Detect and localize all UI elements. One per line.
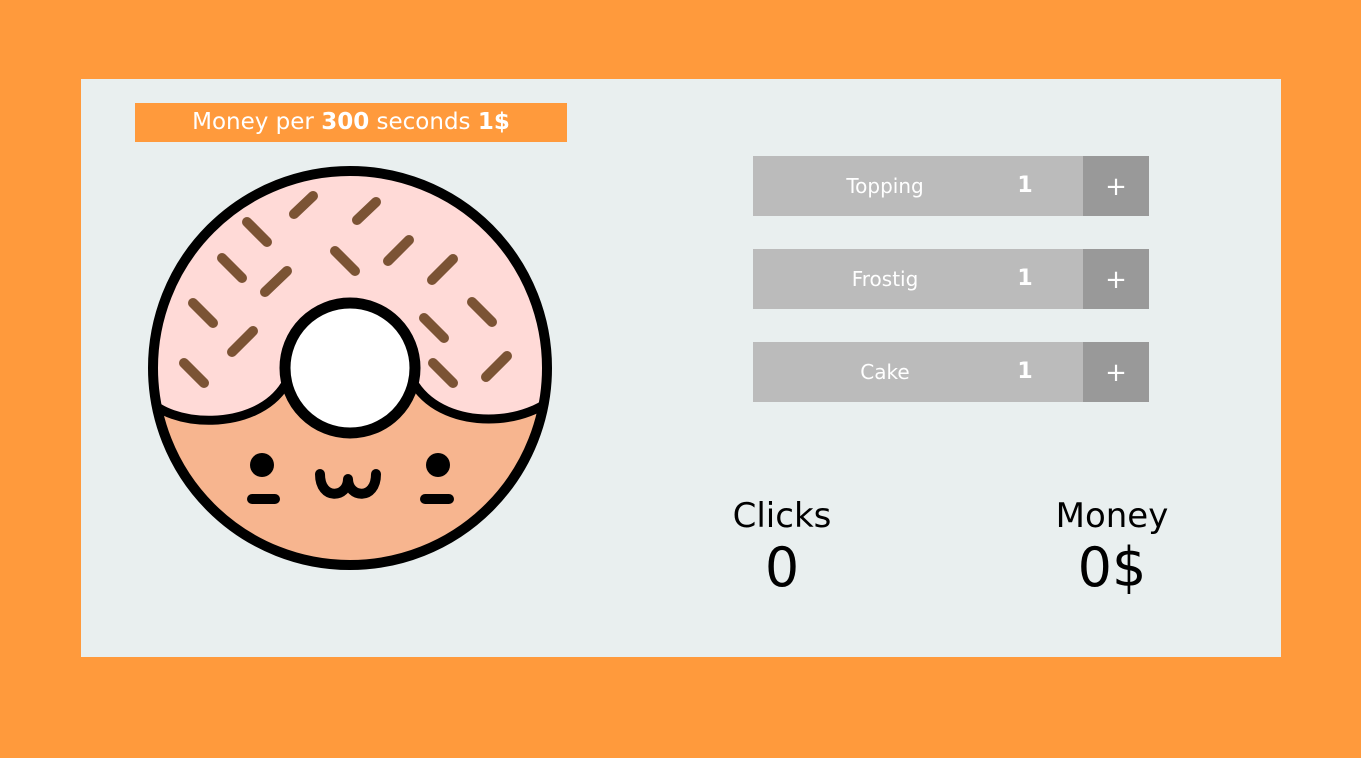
- rate-seconds: 300: [321, 109, 370, 135]
- upgrade-cake-plus-button[interactable]: +: [1083, 342, 1149, 402]
- money-value: 0$: [1077, 536, 1147, 599]
- upgrade-topping-plus-button[interactable]: +: [1083, 156, 1149, 216]
- donut-face-icon: [148, 166, 552, 570]
- upgrade-frostig-level: 1: [1017, 266, 1033, 291]
- upgrade-cake-info: Cake 1: [753, 342, 1083, 402]
- rate-amount: 1$: [477, 109, 510, 135]
- clicks-stat: Clicks 0: [702, 496, 862, 600]
- upgrade-cake-name: Cake: [860, 360, 910, 384]
- upgrade-topping-name: Topping: [846, 174, 924, 198]
- donut-click-button[interactable]: [147, 165, 557, 575]
- clicks-label: Clicks: [732, 496, 832, 536]
- upgrade-frostig-plus-button[interactable]: +: [1083, 249, 1149, 309]
- upgrade-frostig-info: Frostig 1: [753, 249, 1083, 309]
- upgrade-frostig-name: Frostig: [851, 267, 919, 291]
- money-label: Money: [1055, 496, 1169, 536]
- clicks-value: 0: [764, 536, 800, 599]
- money-rate-banner: Money per 300 seconds 1$: [135, 103, 567, 142]
- rate-middle: seconds: [376, 109, 471, 135]
- upgrade-cake-level: 1: [1017, 359, 1033, 384]
- upgrade-frostig: Frostig 1 +: [753, 249, 1149, 309]
- upgrade-topping: Topping 1 +: [753, 156, 1149, 216]
- upgrade-topping-info: Topping 1: [753, 156, 1083, 216]
- upgrade-topping-level: 1: [1017, 173, 1033, 198]
- upgrade-cake: Cake 1 +: [753, 342, 1149, 402]
- money-stat: Money 0$: [1032, 496, 1192, 600]
- game-panel: Money per 300 seconds 1$ Topping 1 + Fro…: [81, 79, 1281, 657]
- rate-prefix: Money per: [192, 109, 314, 135]
